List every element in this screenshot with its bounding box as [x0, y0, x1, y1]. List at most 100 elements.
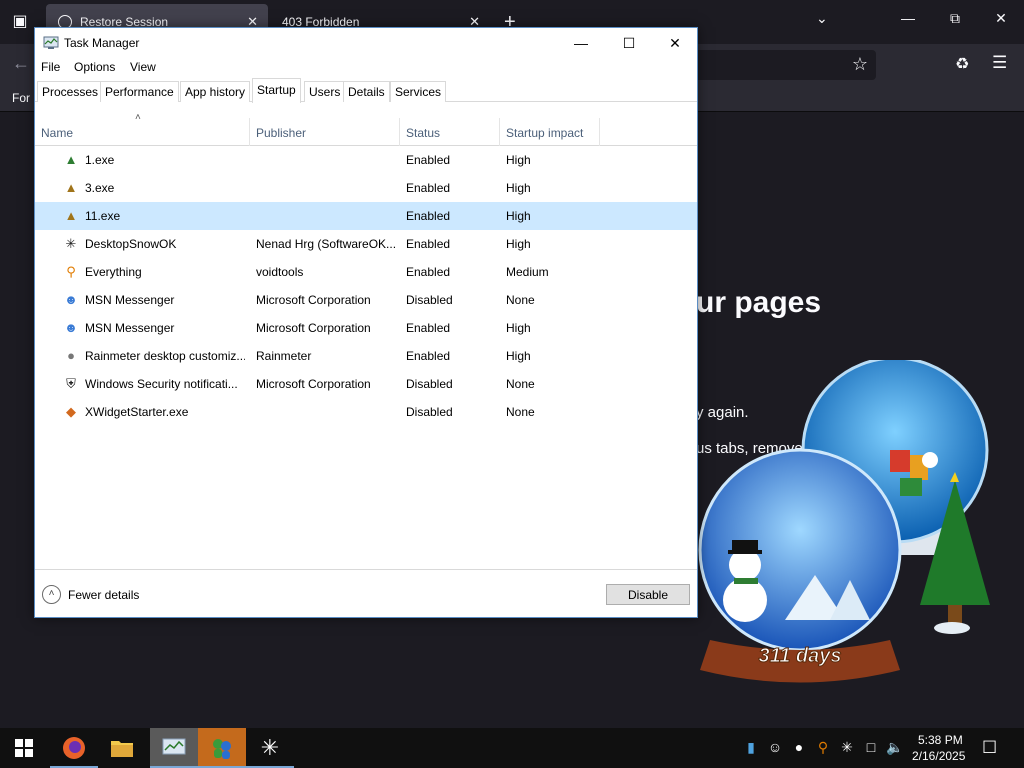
- tablet-icon[interactable]: ▮: [742, 739, 760, 756]
- column-divider[interactable]: [399, 118, 400, 146]
- network-icon[interactable]: □: [862, 739, 880, 755]
- close-icon[interactable]: ✕: [652, 32, 698, 54]
- tab-details[interactable]: Details: [343, 81, 390, 102]
- cell-name: 11.exe: [85, 209, 121, 223]
- minimize-icon[interactable]: —: [898, 10, 918, 26]
- msn-tray-icon[interactable]: ☺: [766, 739, 784, 755]
- cell-startup-impact: None: [506, 377, 535, 391]
- cell-startup-impact: High: [506, 237, 531, 251]
- cell-name: DesktopSnowOK: [85, 237, 177, 251]
- days-counter: 311 days: [758, 645, 841, 667]
- column-header-startup-impact[interactable]: Startup impact: [506, 126, 583, 140]
- footer: ˄ Fewer details Disable: [35, 569, 697, 617]
- menu-view[interactable]: View: [130, 60, 156, 74]
- column-header-name[interactable]: Name: [41, 126, 73, 140]
- cell-publisher: Rainmeter: [256, 349, 312, 363]
- task-manager-taskbar-button[interactable]: [150, 728, 198, 768]
- file-explorer-taskbar-button[interactable]: [98, 728, 146, 768]
- cell-publisher: Nenad Hrg (SoftwareOK....: [256, 237, 396, 251]
- table-row[interactable]: ● Rainmeter desktop customiz... Rainmeter E…: [35, 342, 697, 370]
- cell-startup-impact: High: [506, 153, 531, 167]
- volume-muted-icon[interactable]: 🔈: [886, 739, 904, 756]
- tab-list-icon[interactable]: ▣: [8, 10, 32, 34]
- table-row[interactable]: ☻ MSN Messenger Microsoft Corporation Disab…: [35, 286, 697, 314]
- cell-startup-impact: High: [506, 321, 531, 335]
- menu-options[interactable]: Options: [74, 60, 115, 74]
- table-row[interactable]: ▲ 3.exe Enabled High: [35, 174, 697, 202]
- cell-status: Disabled: [406, 377, 453, 391]
- cell-status: Enabled: [406, 209, 451, 223]
- restore-icon[interactable]: ⧉: [945, 10, 965, 27]
- chevron-down-icon[interactable]: ⌄: [816, 10, 828, 27]
- cell-publisher: Microsoft Corporation: [256, 293, 371, 307]
- column-divider[interactable]: [499, 118, 500, 146]
- firefox-icon: [63, 737, 85, 759]
- tree-icon: ▲: [64, 208, 78, 223]
- tab-startup[interactable]: Startup: [252, 78, 301, 103]
- title-bar[interactable]: Task Manager — ☐ ✕: [35, 28, 697, 58]
- table-row[interactable]: ⚲ Everything voidtools Enabled Medium: [35, 258, 697, 286]
- tab-app-history[interactable]: App history: [180, 81, 251, 102]
- minimize-icon[interactable]: —: [558, 32, 604, 54]
- cell-startup-impact: None: [506, 405, 535, 419]
- cell-name: 1.exe: [85, 153, 115, 167]
- msn-icon: [213, 739, 231, 759]
- disable-button[interactable]: Disable: [606, 584, 690, 605]
- hamburger-menu-icon[interactable]: ☰: [992, 53, 1007, 73]
- cell-status: Disabled: [406, 293, 453, 307]
- chevron-up-icon[interactable]: ˄: [42, 585, 61, 604]
- window-title: Task Manager: [64, 36, 140, 50]
- column-header-publisher[interactable]: Publisher: [256, 126, 306, 140]
- tab-strip: Processes Performance App history Startu…: [35, 78, 697, 103]
- notification-center-icon[interactable]: ☐: [982, 738, 997, 758]
- tab-processes[interactable]: Processes: [37, 81, 104, 102]
- cell-status: Enabled: [406, 181, 451, 195]
- cell-status: Enabled: [406, 321, 451, 335]
- start-button[interactable]: [0, 728, 48, 768]
- snowflake-icon: ✳: [65, 236, 77, 251]
- task-manager-window: Task Manager — ☐ ✕ File Options View Pro…: [34, 27, 698, 618]
- column-divider[interactable]: [249, 118, 250, 146]
- column-divider[interactable]: [599, 118, 600, 146]
- bookmark-item[interactable]: For: [12, 91, 30, 105]
- msn-messenger-taskbar-button[interactable]: [198, 728, 246, 768]
- table-row[interactable]: ◆ XWidgetStarter.exe Disabled None: [35, 398, 697, 426]
- extensions-icon[interactable]: ♻: [955, 54, 969, 74]
- fewer-details-link[interactable]: Fewer details: [68, 588, 139, 602]
- magnifier-icon[interactable]: ⚲: [814, 739, 832, 756]
- column-header-status[interactable]: Status: [406, 126, 440, 140]
- table-row[interactable]: ☻ MSN Messenger Microsoft Corporation Enabl…: [35, 314, 697, 342]
- cell-publisher: Microsoft Corporation: [256, 377, 371, 391]
- cell-status: Disabled: [406, 405, 453, 419]
- back-arrow-icon[interactable]: ←: [12, 53, 30, 74]
- cell-name: XWidgetStarter.exe: [85, 405, 189, 419]
- table-row[interactable]: ▲ 1.exe Enabled High: [35, 146, 697, 174]
- tab-services[interactable]: Services: [390, 81, 447, 102]
- tree-icon: ▲: [64, 180, 78, 195]
- cell-name: Everything: [85, 265, 142, 279]
- page-heading: ur pages: [696, 286, 822, 319]
- close-icon[interactable]: ✕: [991, 10, 1011, 27]
- clock-time[interactable]: 5:38 PM: [918, 733, 963, 747]
- table-row[interactable]: ⛨ Windows Security notificati... Microsoft…: [35, 370, 697, 398]
- cell-status: Enabled: [406, 349, 451, 363]
- msn-icon: ☻: [64, 320, 78, 335]
- column-headers: ˄ Name Publisher Status Startup impact: [35, 112, 697, 146]
- tab-performance[interactable]: Performance: [100, 81, 179, 102]
- cell-startup-impact: High: [506, 209, 531, 223]
- snowflake-tray-icon[interactable]: ✳: [838, 739, 856, 756]
- msn-icon: ☻: [64, 292, 78, 307]
- cell-name: Windows Security notificati...: [85, 377, 238, 391]
- star-icon[interactable]: ☆: [852, 54, 868, 75]
- drop-icon[interactable]: ●: [790, 739, 808, 755]
- tree-icon: ▲: [64, 152, 78, 167]
- clock-date[interactable]: 2/16/2025: [912, 749, 965, 763]
- firefox-taskbar-button[interactable]: [50, 728, 98, 768]
- snow-globe-widget: 311 days: [698, 360, 990, 683]
- tab-users[interactable]: Users: [304, 81, 346, 102]
- table-row[interactable]: ✳ DesktopSnowOK Nenad Hrg (SoftwareOK.... E…: [35, 230, 697, 258]
- maximize-icon[interactable]: ☐: [606, 32, 652, 54]
- desktopsnowok-taskbar-button[interactable]: ✳: [246, 728, 294, 768]
- menu-file[interactable]: File: [41, 60, 60, 74]
- table-row[interactable]: ▲ 11.exe Enabled High: [35, 202, 697, 230]
